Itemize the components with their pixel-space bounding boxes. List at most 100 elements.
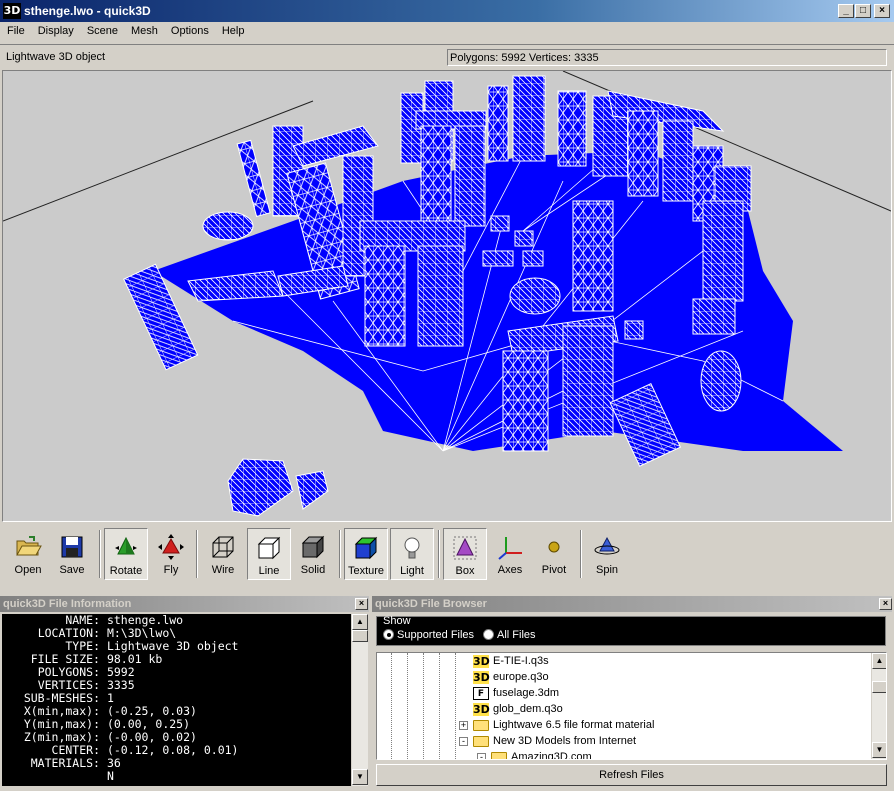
wire-cube-icon (212, 536, 234, 558)
line-label: Line (258, 565, 280, 577)
rotate-label: Rotate (109, 565, 143, 577)
rotate-button[interactable]: Rotate (104, 528, 148, 580)
texture-button[interactable]: Texture (344, 528, 388, 580)
stonehenge-model (3, 71, 891, 517)
main-toolbar: Open Save Rotate Fly Wire Line Solid Tex… (0, 524, 894, 588)
window-title: sthenge.lwo - quick3D (24, 4, 151, 18)
menu-help[interactable]: Help (215, 22, 251, 37)
3d-viewport[interactable] (2, 70, 892, 522)
wire-button[interactable]: Wire (201, 528, 245, 580)
file-info-text: NAME: sthenge.lwo LOCATION: M:\3D\lwo\ T… (2, 614, 351, 786)
box-button[interactable]: Box (443, 528, 487, 580)
file-tree[interactable]: 3D E-TIE-I.q3s 3D europe.q3o F fuselage.… (376, 652, 887, 760)
solid-button[interactable]: Solid (291, 528, 335, 580)
tree-item-glob-dem[interactable]: 3D glob_dem.q3o (377, 701, 871, 717)
supported-files-radio[interactable]: Supported Files (383, 629, 474, 641)
line-cube-icon (257, 536, 281, 560)
floppy-disk-icon (61, 536, 83, 558)
toolbar-separator (438, 530, 440, 578)
collapse-icon[interactable]: - (477, 753, 486, 759)
close-button[interactable]: × (874, 4, 890, 18)
status-row: Lightwave 3D object Polygons: 5992 Verti… (0, 44, 894, 68)
save-label: Save (59, 564, 85, 576)
all-files-radio[interactable]: All Files (483, 629, 536, 641)
refresh-files-button[interactable]: Refresh Files (376, 764, 887, 786)
toolbar-separator (339, 530, 341, 578)
scroll-down-icon[interactable]: ▼ (352, 769, 368, 785)
save-button[interactable]: Save (50, 528, 94, 580)
fly-button[interactable]: Fly (149, 528, 193, 580)
tree-item-new-3d-models[interactable]: - New 3D Models from Internet (377, 733, 871, 749)
fly-label: Fly (163, 564, 179, 576)
show-filter-group: Show Supported Files All Files (376, 615, 886, 646)
main-window: 3D sthenge.lwo - quick3D _ □ × File Displ… (0, 0, 894, 791)
radio-selected-icon (383, 629, 394, 640)
wire-label: Wire (211, 564, 235, 576)
menu-options[interactable]: Options (164, 22, 215, 37)
rotate-icon (115, 536, 137, 555)
file-browser-title: quick3D File Browser (372, 596, 892, 612)
box-label: Box (455, 565, 475, 577)
axes-button[interactable]: Axes (488, 528, 532, 580)
pivot-label: Pivot (541, 564, 567, 576)
file-info-panel: quick3D File Information × NAME: sthenge… (0, 596, 370, 789)
app-icon[interactable]: 3D (3, 3, 21, 19)
open-button[interactable]: Open (6, 528, 50, 580)
scroll-down-icon[interactable]: ▼ (872, 742, 886, 758)
axes-icon (498, 537, 522, 560)
texture-cube-icon (354, 536, 378, 560)
axes-label: Axes (497, 564, 523, 576)
document-file-icon: F (473, 687, 489, 700)
folder-icon (473, 736, 489, 747)
info-row: MATERIALS: 36 (30, 756, 121, 770)
menu-scene[interactable]: Scene (80, 22, 124, 37)
menu-mesh[interactable]: Mesh (124, 22, 164, 37)
file-info-close-icon[interactable]: × (355, 598, 368, 610)
folder-icon (491, 752, 507, 759)
folder-icon (473, 720, 489, 731)
tree-item-europe[interactable]: 3D europe.q3o (377, 669, 871, 685)
pivot-button[interactable]: Pivot (532, 528, 576, 580)
fly-icon (158, 534, 184, 560)
tree-item-amazing3d[interactable]: - Amazing3D.com (377, 749, 871, 759)
solid-cube-icon (301, 535, 325, 559)
scroll-up-icon[interactable]: ▲ (352, 614, 368, 630)
title-bar[interactable]: 3D sthenge.lwo - quick3D _ □ × (0, 0, 894, 22)
toolbar-separator (99, 530, 101, 578)
3d-file-icon: 3D (473, 703, 490, 716)
collapse-icon[interactable]: - (459, 737, 468, 746)
info-row: N (106, 769, 114, 783)
file-info-scrollbar[interactable]: ▲ ▼ (351, 614, 368, 786)
menu-bar: File Display Scene Mesh Options Help (0, 22, 894, 42)
scroll-thumb[interactable] (352, 630, 368, 642)
light-label: Light (400, 565, 424, 577)
menu-file[interactable]: File (0, 22, 31, 37)
light-bulb-icon (404, 537, 420, 559)
minimize-button[interactable]: _ (838, 4, 854, 18)
texture-label: Texture (347, 565, 385, 577)
toolbar-separator (196, 530, 198, 578)
spin-label: Spin (595, 564, 619, 576)
tree-item-lightwave-materials[interactable]: + Lightwave 6.5 file format material (377, 717, 871, 733)
folder-open-icon (16, 536, 42, 556)
scroll-thumb[interactable] (872, 681, 886, 693)
menu-display[interactable]: Display (31, 22, 80, 37)
line-button[interactable]: Line (247, 528, 291, 580)
scroll-up-icon[interactable]: ▲ (872, 653, 886, 669)
tree-item-e-tie-i[interactable]: 3D E-TIE-I.q3s (377, 653, 871, 669)
solid-label: Solid (300, 564, 326, 576)
spin-button[interactable]: Spin (585, 528, 629, 580)
expand-icon[interactable]: + (459, 721, 468, 730)
pivot-icon (548, 541, 560, 553)
show-legend: Show (383, 615, 411, 627)
object-type-label: Lightwave 3D object (6, 51, 106, 63)
light-button[interactable]: Light (390, 528, 434, 580)
file-info-title: quick3D File Information (0, 596, 369, 612)
open-label: Open (14, 564, 42, 576)
toolbar-separator (580, 530, 582, 578)
tree-item-fuselage[interactable]: F fuselage.3dm (377, 685, 871, 701)
file-tree-scrollbar[interactable]: ▲ ▼ (871, 653, 886, 759)
maximize-button[interactable]: □ (855, 4, 871, 18)
3d-file-icon: 3D (473, 655, 490, 668)
file-browser-close-icon[interactable]: × (879, 598, 892, 610)
